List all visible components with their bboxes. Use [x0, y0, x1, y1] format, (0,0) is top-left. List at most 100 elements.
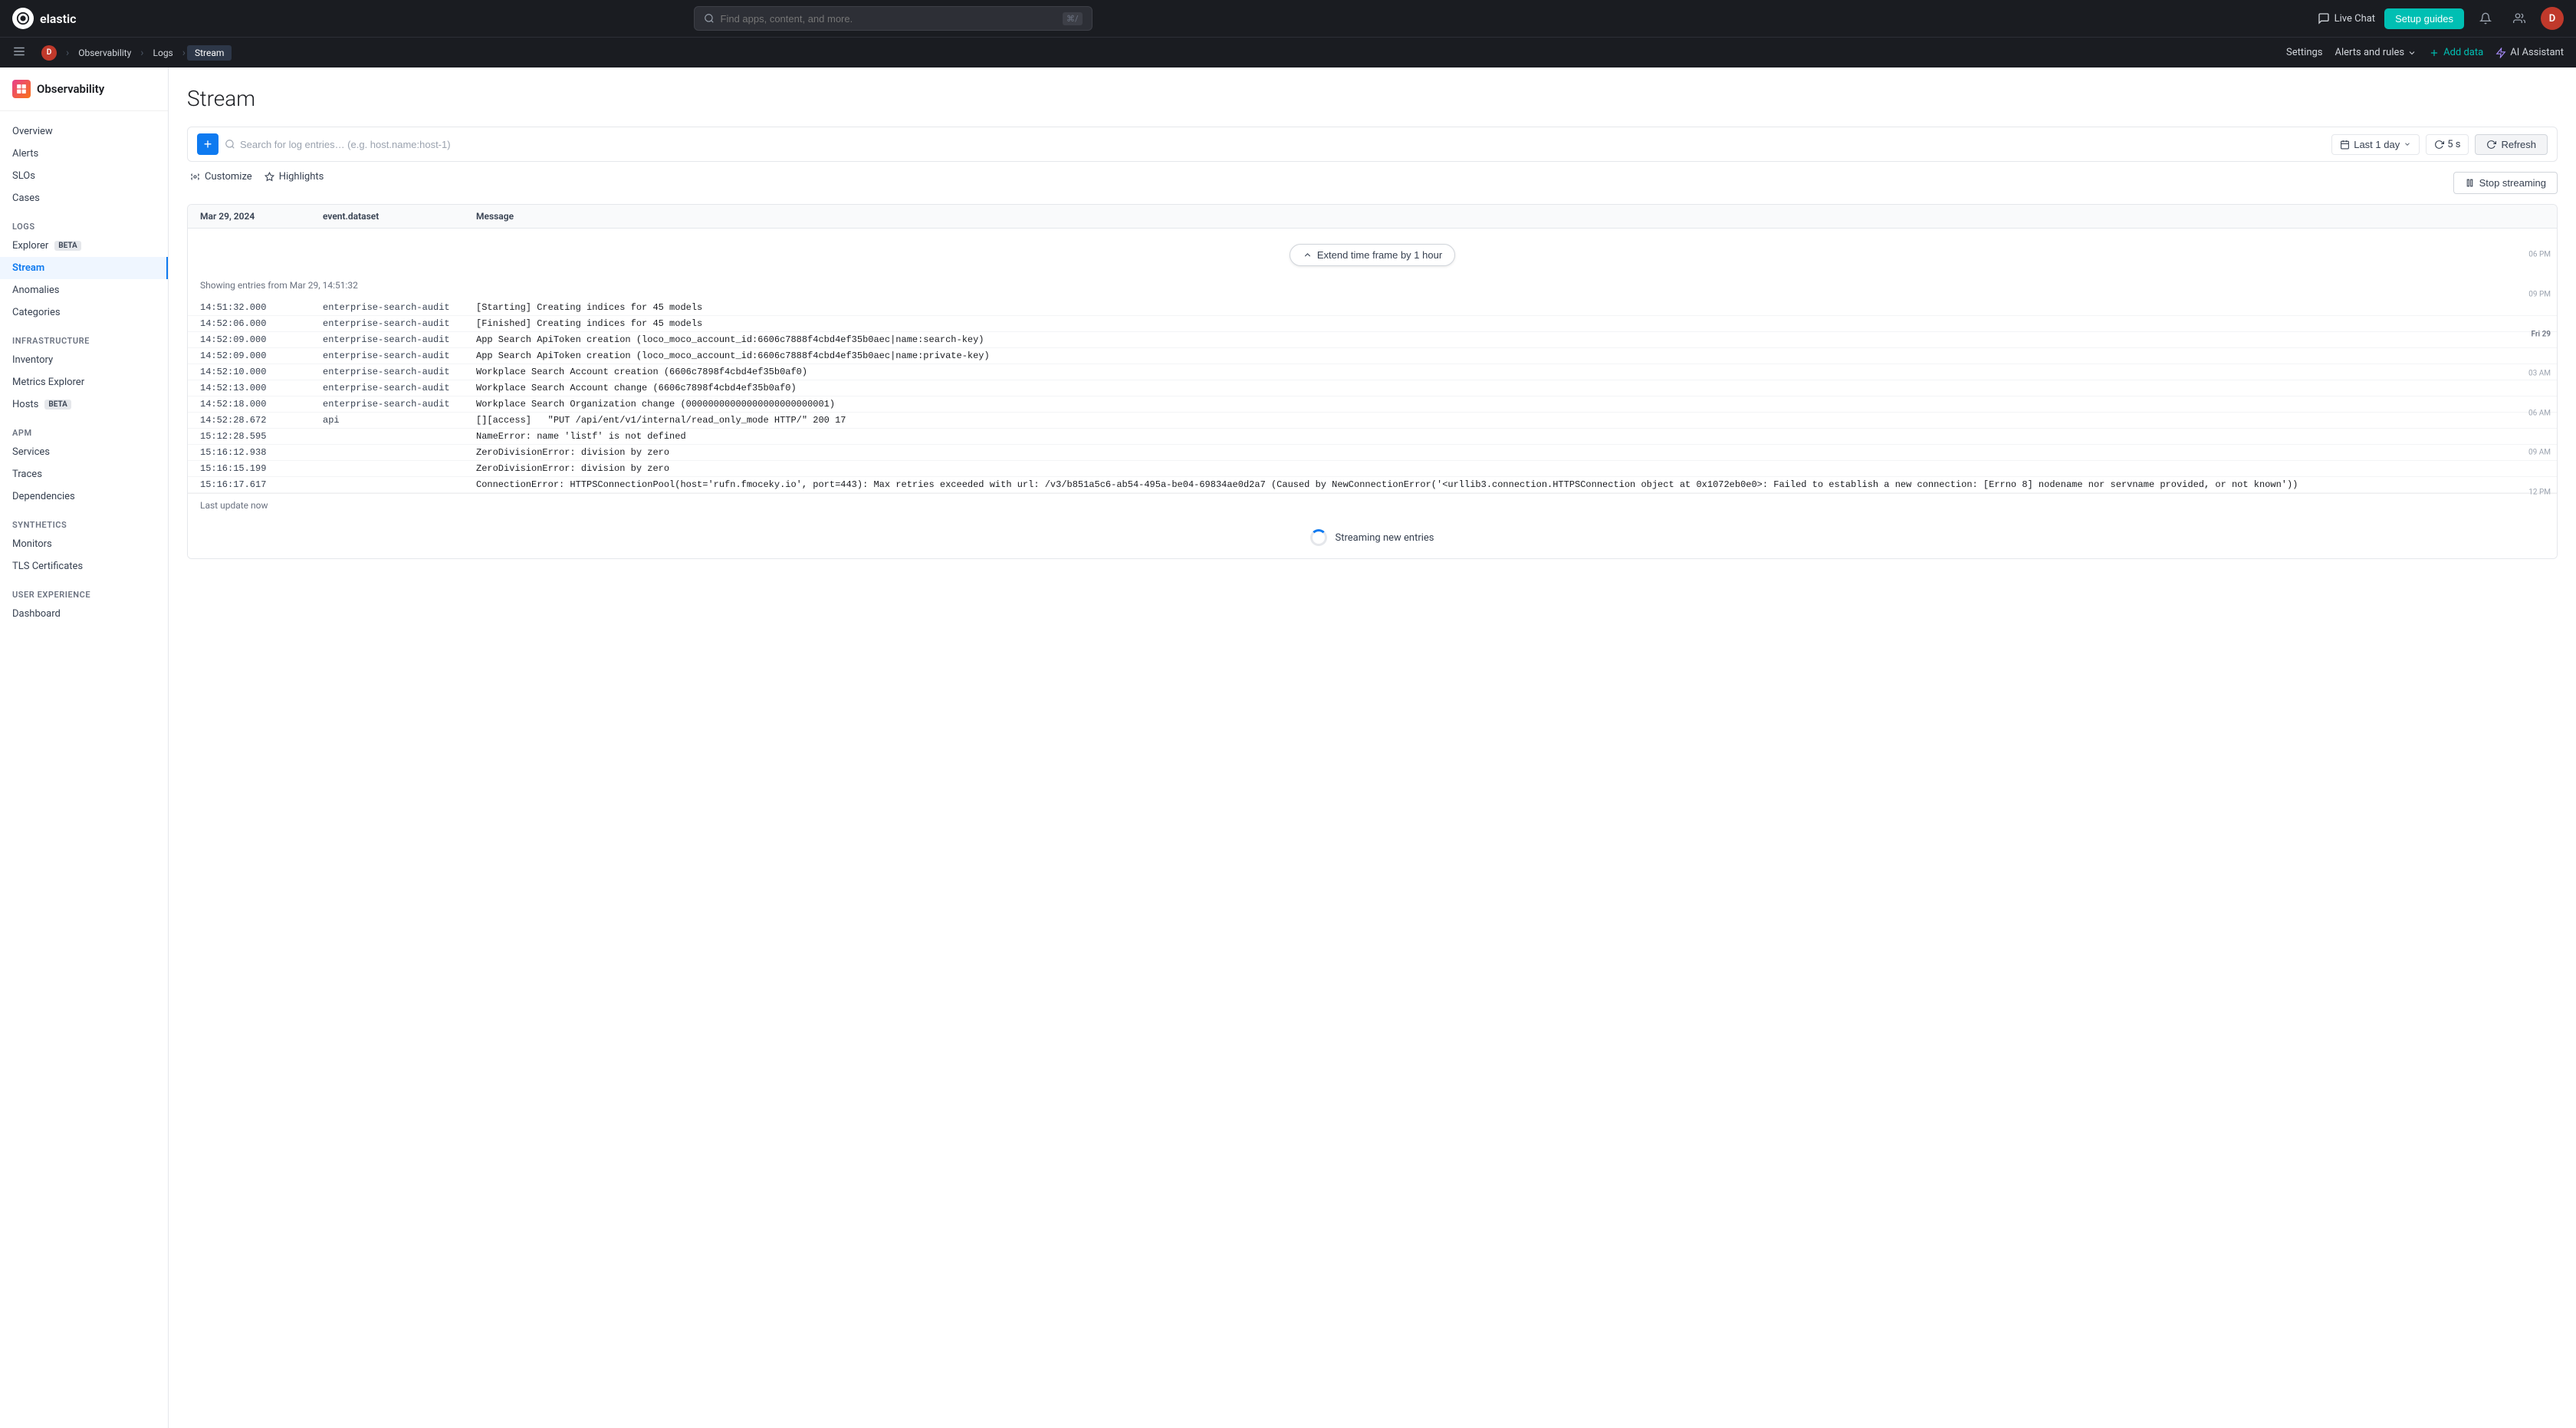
log-row[interactable]: 15:16:15.199 ZeroDivisionError: division…: [188, 461, 2557, 477]
date-picker-button[interactable]: Last 1 day: [2331, 134, 2420, 155]
user-avatar[interactable]: D: [2541, 7, 2564, 30]
global-search-bar[interactable]: ⌘/: [694, 6, 1092, 31]
breadcrumb-stream[interactable]: Stream: [187, 45, 232, 61]
log-dataset: enterprise-search-audit: [323, 334, 476, 345]
log-row[interactable]: 15:16:17.617 ConnectionError: HTTPSConne…: [188, 477, 2557, 493]
hamburger-menu[interactable]: [12, 44, 26, 61]
sidebar-section-user-experience: User Experience Dashboard: [0, 581, 168, 628]
sidebar-item-services[interactable]: Services: [0, 441, 168, 463]
breadcrumb-logs[interactable]: Logs: [146, 45, 181, 61]
log-row[interactable]: 14:52:18.000 enterprise-search-audit Wor…: [188, 396, 2557, 413]
sidebar-section-synthetics-header: Synthetics: [0, 514, 168, 533]
sidebar-item-dashboard[interactable]: Dashboard: [0, 603, 168, 625]
log-dataset: enterprise-search-audit: [323, 399, 476, 410]
sidebar-item-overview[interactable]: Overview: [0, 120, 168, 143]
log-row[interactable]: 14:52:09.000 enterprise-search-audit App…: [188, 332, 2557, 348]
elastic-logo[interactable]: elastic: [12, 8, 76, 29]
log-row[interactable]: 14:52:13.000 enterprise-search-audit Wor…: [188, 380, 2557, 396]
sidebar-section-main: Overview Alerts SLOs Cases: [0, 117, 168, 212]
main-content: Stream + Last 1 day: [169, 67, 2576, 1428]
settings-link[interactable]: Settings: [2286, 47, 2322, 58]
col-dataset-header: event.dataset: [323, 211, 476, 222]
sidebar-brand-icon: [12, 80, 31, 98]
add-filter-button[interactable]: +: [197, 133, 219, 155]
highlights-button[interactable]: Highlights: [264, 171, 324, 183]
log-message: ZeroDivisionError: division by zero: [476, 463, 2545, 474]
sidebar-section-synthetics: Synthetics Monitors TLS Certificates: [0, 511, 168, 581]
sidebar-item-dependencies[interactable]: Dependencies: [0, 485, 168, 508]
log-message: [][access] "PUT /api/ent/v1/internal/rea…: [476, 415, 2545, 426]
breadcrumb-right: Settings Alerts and rules Add data AI As…: [2286, 47, 2564, 58]
refresh-button[interactable]: Refresh: [2475, 134, 2548, 155]
sidebar-item-alerts[interactable]: Alerts: [0, 143, 168, 165]
log-row[interactable]: 14:52:06.000 enterprise-search-audit [Fi…: [188, 316, 2557, 332]
sidebar-section-infrastructure: Infrastructure Inventory Metrics Explore…: [0, 327, 168, 419]
sidebar-item-cases[interactable]: Cases: [0, 187, 168, 209]
customize-row: Customize Highlights: [187, 171, 327, 183]
log-row[interactable]: 14:51:32.000 enterprise-search-audit [St…: [188, 300, 2557, 316]
setup-guides-button[interactable]: Setup guides: [2384, 8, 2464, 29]
log-dataset: enterprise-search-audit: [323, 367, 476, 377]
log-message: ConnectionError: HTTPSConnectionPool(hos…: [476, 479, 2545, 490]
log-time: 14:52:06.000: [200, 318, 323, 329]
ai-assistant-button[interactable]: AI Assistant: [2496, 47, 2564, 58]
log-time: 15:16:12.938: [200, 447, 323, 458]
log-time: 14:52:09.000: [200, 334, 323, 345]
log-time: 14:52:28.672: [200, 415, 323, 426]
log-message: App Search ApiToken creation (loco_moco_…: [476, 334, 2545, 345]
user-menu-button[interactable]: [2507, 6, 2532, 31]
sidebar-item-stream[interactable]: Stream: [0, 257, 168, 279]
log-row[interactable]: 15:16:12.938 ZeroDivisionError: division…: [188, 445, 2557, 461]
col-date-header: Mar 29, 2024: [200, 211, 323, 222]
sidebar-item-anomalies[interactable]: Anomalies: [0, 279, 168, 301]
log-row[interactable]: 14:52:28.672 api [][access] "PUT /api/en…: [188, 413, 2557, 429]
log-time: 14:52:09.000: [200, 350, 323, 361]
log-dataset: enterprise-search-audit: [323, 318, 476, 329]
last-update-label: Last update now: [188, 493, 2557, 517]
log-row[interactable]: 14:52:09.000 enterprise-search-audit App…: [188, 348, 2557, 364]
sidebar-item-hosts[interactable]: Hosts BETA: [0, 393, 168, 416]
log-time: 14:52:10.000: [200, 367, 323, 377]
sidebar-brand: Observability: [0, 80, 168, 111]
global-search-input[interactable]: [721, 13, 1056, 25]
breadcrumb-observability[interactable]: Observability: [71, 45, 139, 61]
sidebar-section-infrastructure-header: Infrastructure: [0, 330, 168, 349]
log-row[interactable]: 14:52:10.000 enterprise-search-audit Wor…: [188, 364, 2557, 380]
extend-time-frame-button[interactable]: Extend time frame by 1 hour: [1290, 244, 1455, 266]
hosts-badge: BETA: [44, 400, 71, 410]
log-search-input[interactable]: [240, 139, 2325, 150]
log-message: ZeroDivisionError: division by zero: [476, 447, 2545, 458]
extend-time-frame-row: Extend time frame by 1 hour: [188, 229, 2557, 274]
log-dataset: api: [323, 415, 476, 426]
log-message: [Finished] Creating indices for 45 model…: [476, 318, 2545, 329]
col-message-header: Message: [476, 211, 2545, 222]
sidebar-item-tls-certificates[interactable]: TLS Certificates: [0, 555, 168, 577]
stop-streaming-button[interactable]: Stop streaming: [2453, 172, 2558, 194]
alerts-rules-dropdown[interactable]: Alerts and rules: [2335, 47, 2417, 58]
stream-toolbar: + Last 1 day: [187, 127, 2558, 162]
toolbar-right: Last 1 day 5 s Refresh: [2331, 134, 2548, 155]
sidebar-item-monitors[interactable]: Monitors: [0, 533, 168, 555]
showing-entries-label: Showing entries from Mar 29, 14:51:32: [188, 274, 2557, 300]
log-message: Workplace Search Organization change (00…: [476, 399, 2545, 410]
log-row[interactable]: 15:12:28.595 NameError: name 'listf' is …: [188, 429, 2557, 445]
notifications-button[interactable]: [2473, 6, 2498, 31]
sidebar-section-apm: APM Services Traces Dependencies: [0, 419, 168, 511]
refresh-interval-display[interactable]: 5 s: [2426, 134, 2469, 155]
breadcrumb-d[interactable]: D: [34, 43, 64, 63]
log-message: [Starting] Creating indices for 45 model…: [476, 302, 2545, 313]
sidebar-section-apm-header: APM: [0, 422, 168, 441]
app-layout: Observability Overview Alerts SLOs Cases…: [0, 0, 2576, 1428]
sidebar-item-traces[interactable]: Traces: [0, 463, 168, 485]
log-time: 14:52:18.000: [200, 399, 323, 410]
sidebar-item-slos[interactable]: SLOs: [0, 165, 168, 187]
add-data-button[interactable]: Add data: [2429, 47, 2483, 58]
sidebar-item-metrics-explorer[interactable]: Metrics Explorer: [0, 371, 168, 393]
live-chat-button[interactable]: Live Chat: [2318, 12, 2375, 25]
sidebar-section-user-experience-header: User Experience: [0, 584, 168, 603]
sidebar-item-explorer[interactable]: Explorer BETA: [0, 235, 168, 257]
sidebar-item-categories[interactable]: Categories: [0, 301, 168, 324]
log-content: Extend time frame by 1 hour Showing entr…: [188, 229, 2557, 558]
customize-button[interactable]: Customize: [190, 171, 252, 183]
sidebar-item-inventory[interactable]: Inventory: [0, 349, 168, 371]
